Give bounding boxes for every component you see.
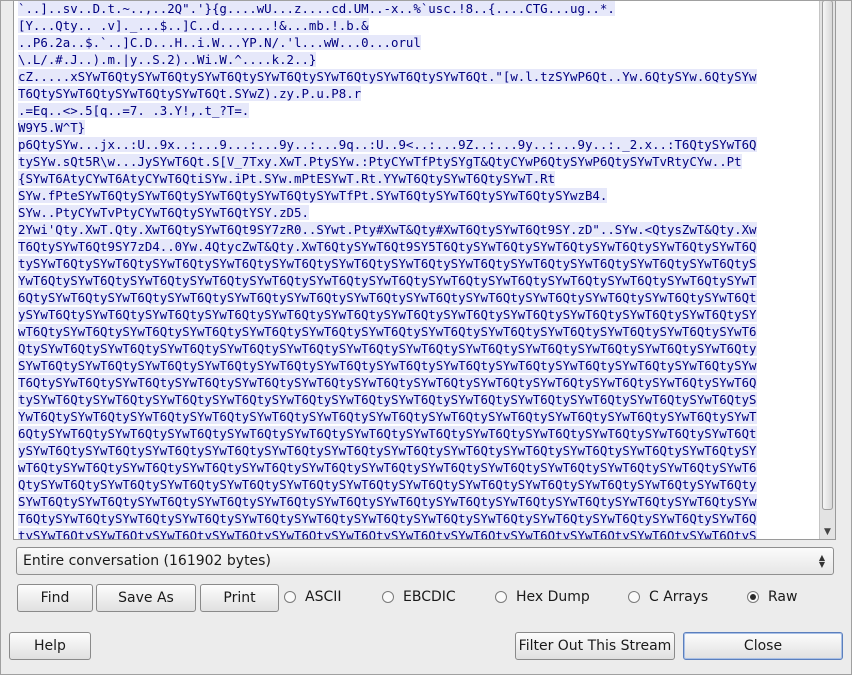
stream-line-text: SYw.fPteSYwT6QtySYwT6QtySYwT6QtySYwT6Qty… (18, 188, 608, 203)
radio-ascii[interactable]: ASCII (284, 588, 342, 606)
print-button-label: Print (223, 590, 256, 606)
stream-line-text: wT6QtySYwT6QtySYwT6QtySYwT6QtySYwT6QtySY… (18, 324, 757, 339)
stream-line: T6QtySYwT6QtySYwT6QtySYwT6QtySYwT6QtySYw… (18, 510, 816, 527)
stream-line: tySYwT6QtySYwT6QtySYwT6QtySYwT6QtySYwT6Q… (18, 527, 816, 539)
stream-line: .=Eq..<>.5[q..=7. .3.Y!,.t_?T=. (18, 102, 816, 119)
stream-line-text: 2Ywi'Qty.XwT.Qty.XwT6QtySYwT6Qt9SY7zR0..… (18, 222, 757, 237)
stream-line-text: ySYwT6QtySYwT6QtySYwT6QtySYwT6QtySYwT6Qt… (18, 307, 757, 322)
stream-line: T6QtySYwT6QtySYwT6QtySYwT6QtySYwT6QtySYw… (18, 374, 816, 391)
stream-line: ySYwT6QtySYwT6QtySYwT6QtySYwT6QtySYwT6Qt… (18, 306, 816, 323)
chevron-down-icon[interactable]: ▼ (820, 525, 835, 539)
radio-indicator[interactable] (747, 591, 759, 603)
radio-label-ascii: ASCII (305, 589, 342, 605)
stream-line: 6QtySYwT6QtySYwT6QtySYwT6QtySYwT6QtySYwT… (18, 289, 816, 306)
stream-line: 2Ywi'Qty.XwT.Qty.XwT6QtySYwT6Qt9SY7zR0..… (18, 221, 816, 238)
save-as-button-label: Save As (118, 590, 174, 606)
stream-line-text: SYwT6QtySYwT6QtySYwT6QtySYwT6QtySYwT6Qty… (18, 494, 757, 509)
radio-raw[interactable]: Raw (747, 588, 797, 606)
stream-line: SYwT6QtySYwT6QtySYwT6QtySYwT6QtySYwT6Qty… (18, 493, 816, 510)
stream-line: [Y...Qty.. .v]._...$..]C..d.......!&...m… (18, 17, 816, 34)
close-button-label: Close (743, 638, 783, 654)
stream-line-text: wT6QtySYwT6QtySYwT6QtySYwT6QtySYwT6QtySY… (18, 460, 757, 475)
stream-line: T6QtySYwT6Qt9SY7zD4..0Yw.4QtycZwT&Qty.Xw… (18, 238, 816, 255)
stream-line-text: YwT6QtySYwT6QtySYwT6QtySYwT6QtySYwT6QtyS… (18, 409, 757, 424)
stream-line-text: \.L/.#.J..).m.|y..S.2)..Wi.W.^....k.2..} (18, 52, 317, 67)
stream-line-text: T6QtySYwT6QtySYwT6QtySYwT6Qt.SYwZ).zy.P.… (18, 86, 362, 101)
stream-line-text: ySYwT6QtySYwT6QtySYwT6QtySYwT6QtySYwT6Qt… (18, 443, 757, 458)
help-button-label: Help (34, 638, 66, 654)
updown-arrows-icon: ▲ ▼ (818, 553, 825, 569)
conversation-select-value: Entire conversation (161902 bytes) (23, 553, 271, 569)
radio-indicator[interactable] (284, 591, 296, 603)
stream-line: wT6QtySYwT6QtySYwT6QtySYwT6QtySYwT6QtySY… (18, 459, 816, 476)
scrollbar-thumb[interactable] (822, 0, 833, 510)
filter-out-stream-button[interactable]: Filter Out This Stream (515, 632, 675, 660)
stream-line-text: p6QtySYw...jx..:U..9x..:...9...:...9y..:… (18, 137, 757, 152)
radio-indicator[interactable] (628, 591, 640, 603)
print-button[interactable]: Print (200, 584, 279, 612)
conversation-select[interactable]: Entire conversation (161902 bytes) ▲ ▼ (16, 547, 834, 575)
stream-line-text: SYw..PtyCYwTvPtyCYwT6QtySYwT6QtYSY.zD5. (18, 205, 309, 220)
stream-line: \.L/.#.J..).m.|y..S.2)..Wi.W.^....k.2..} (18, 51, 816, 68)
radio-ebcdic[interactable]: EBCDIC (382, 588, 456, 606)
stream-line: QtySYwT6QtySYwT6QtySYwT6QtySYwT6QtySYwT6… (18, 340, 816, 357)
stream-line: tySYwT6QtySYwT6QtySYwT6QtySYwT6QtySYwT6Q… (18, 255, 816, 272)
stream-line-text: T6QtySYwT6QtySYwT6QtySYwT6QtySYwT6QtySYw… (18, 511, 757, 526)
stream-line: p6QtySYw...jx..:U..9x..:...9...:...9y..:… (18, 136, 816, 153)
stream-line: W9Y5.W^T} (18, 119, 816, 136)
stream-line: YwT6QtySYwT6QtySYwT6QtySYwT6QtySYwT6QtyS… (18, 408, 816, 425)
save-as-button[interactable]: Save As (96, 584, 196, 612)
stream-content-area[interactable]: `..]..sv..D.t.~..,..2Q".'}{g....wU...z..… (13, 0, 836, 540)
stream-line-text: SYwT6QtySYwT6QtySYwT6QtySYwT6QtySYwT6Qty… (18, 358, 757, 373)
radio-label-c-arrays: C Arrays (649, 589, 709, 605)
stream-line: tySYwT6QtySYwT6QtySYwT6QtySYwT6QtySYwT6Q… (18, 391, 816, 408)
stream-line: T6QtySYwT6QtySYwT6QtySYwT6Qt.SYwZ).zy.P.… (18, 85, 816, 102)
stream-line-text: YwT6QtySYwT6QtySYwT6QtySYwT6QtySYwT6QtyS… (18, 273, 757, 288)
stream-line: SYw.fPteSYwT6QtySYwT6QtySYwT6QtySYwT6Qty… (18, 187, 816, 204)
stream-line-text: ..P6.2a..$.`..]C.D...H..i.W...YP.N/.'l..… (18, 35, 421, 50)
stream-line: cZ.....xSYwT6QtySYwT6QtySYwT6QtySYwT6Qty… (18, 68, 816, 85)
radio-label-ebcdic: EBCDIC (403, 589, 456, 605)
close-button[interactable]: Close (683, 632, 843, 660)
stream-line-text: tySYwT6QtySYwT6QtySYwT6QtySYwT6QtySYwT6Q… (18, 528, 757, 539)
stream-line-text: tySYwT6QtySYwT6QtySYwT6QtySYwT6QtySYwT6Q… (18, 392, 757, 407)
stream-line: SYw..PtyCYwTvPtyCYwT6QtySYwT6QtYSY.zD5. (18, 204, 816, 221)
stream-line: `..]..sv..D.t.~..,..2Q".'}{g....wU...z..… (18, 0, 816, 17)
stream-line-text: QtySYwT6QtySYwT6QtySYwT6QtySYwT6QtySYwT6… (18, 341, 757, 356)
radio-indicator[interactable] (495, 591, 507, 603)
radio-indicator[interactable] (382, 591, 394, 603)
find-button-label: Find (40, 590, 70, 606)
stream-line-text: 6QtySYwT6QtySYwT6QtySYwT6QtySYwT6QtySYwT… (18, 290, 757, 305)
radio-label-hex-dump: Hex Dump (516, 589, 590, 605)
stream-line: ..P6.2a..$.`..]C.D...H..i.W...YP.N/.'l..… (18, 34, 816, 51)
stream-line-text: {SYwT6AtyCYwT6AtyCYwT6QtiSYw.iPt.SYw.mPt… (18, 171, 556, 186)
vertical-scrollbar[interactable]: ▼ (819, 0, 835, 539)
help-button[interactable]: Help (9, 632, 91, 660)
stream-line: ySYwT6QtySYwT6QtySYwT6QtySYwT6QtySYwT6Qt… (18, 442, 816, 459)
radio-hex-dump[interactable]: Hex Dump (495, 588, 590, 606)
stream-line-text: QtySYwT6QtySYwT6QtySYwT6QtySYwT6QtySYwT6… (18, 477, 757, 492)
stream-line-text: cZ.....xSYwT6QtySYwT6QtySYwT6QtySYwT6Qty… (18, 69, 757, 84)
find-button[interactable]: Find (17, 584, 93, 612)
stream-line-text: T6QtySYwT6Qt9SY7zD4..0Yw.4QtycZwT&Qty.Xw… (18, 239, 757, 254)
stream-line: {SYwT6AtyCYwT6AtyCYwT6QtiSYw.iPt.SYw.mPt… (18, 170, 816, 187)
stream-line: 6QtySYwT6QtySYwT6QtySYwT6QtySYwT6QtySYwT… (18, 425, 816, 442)
stream-line: QtySYwT6QtySYwT6QtySYwT6QtySYwT6QtySYwT6… (18, 476, 816, 493)
stream-line: wT6QtySYwT6QtySYwT6QtySYwT6QtySYwT6QtySY… (18, 323, 816, 340)
stream-line-text: T6QtySYwT6QtySYwT6QtySYwT6QtySYwT6QtySYw… (18, 375, 757, 390)
stream-line: tySYw.sQt5R\w...JySYwT6Qt.S[V_7Txy.XwT.P… (18, 153, 816, 170)
stream-line-text: .=Eq..<>.5[q..=7. .3.Y!,.t_?T=. (18, 103, 250, 118)
radio-c-arrays[interactable]: C Arrays (628, 588, 708, 606)
stream-line-text: 6QtySYwT6QtySYwT6QtySYwT6QtySYwT6QtySYwT… (18, 426, 757, 441)
stream-line: SYwT6QtySYwT6QtySYwT6QtySYwT6QtySYwT6Qty… (18, 357, 816, 374)
filter-out-stream-button-label: Filter Out This Stream (518, 638, 672, 654)
stream-line-text: tySYw.sQt5R\w...JySYwT6Qt.S[V_7Txy.XwT.P… (18, 154, 742, 169)
stream-line: YwT6QtySYwT6QtySYwT6QtySYwT6QtySYwT6QtyS… (18, 272, 816, 289)
stream-text[interactable]: `..]..sv..D.t.~..,..2Q".'}{g....wU...z..… (18, 0, 816, 539)
stream-line-text: W9Y5.W^T} (18, 120, 86, 135)
stream-line-text: `..]..sv..D.t.~..,..2Q".'}{g....wU...z..… (18, 1, 615, 16)
radio-label-raw: Raw (768, 589, 798, 605)
stream-line-text: tySYwT6QtySYwT6QtySYwT6QtySYwT6QtySYwT6Q… (18, 256, 757, 271)
stream-line-text: [Y...Qty.. .v]._...$..]C..d.......!&...m… (18, 18, 369, 33)
